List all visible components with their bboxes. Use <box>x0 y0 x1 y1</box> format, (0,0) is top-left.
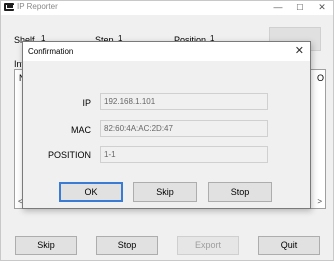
column-header-right: O <box>316 73 324 83</box>
title-bar: IP Reporter — ☐ ✕ <box>1 1 333 15</box>
dialog-close-button[interactable]: ✕ <box>295 44 304 57</box>
export-button[interactable]: Export <box>177 236 239 255</box>
dialog-title: Confirmation <box>28 47 74 56</box>
dialog-stop-button[interactable]: Stop <box>208 182 272 202</box>
dialog-skip-button[interactable]: Skip <box>133 182 197 202</box>
minimize-button[interactable]: — <box>267 1 289 15</box>
window-title: IP Reporter <box>17 2 58 11</box>
stop-button[interactable]: Stop <box>96 236 158 255</box>
quit-button[interactable]: Quit <box>258 236 320 255</box>
close-button[interactable]: ✕ <box>311 1 333 15</box>
app-icon <box>4 3 14 11</box>
ip-field[interactable]: 192.168.1.101 <box>100 93 268 110</box>
dialog-title-bar: Confirmation ✕ <box>23 42 310 61</box>
scroll-right-arrow[interactable]: > <box>317 197 322 206</box>
mac-field[interactable]: 82:60:4A:AC:2D:47 <box>100 120 268 137</box>
ip-label: IP <box>82 98 91 108</box>
ok-button[interactable]: OK <box>59 182 123 202</box>
mac-label: MAC <box>71 125 91 135</box>
position-field[interactable]: 1-1 <box>100 146 268 163</box>
skip-button[interactable]: Skip <box>15 236 77 255</box>
position-label-dialog: POSITION <box>47 150 91 160</box>
maximize-button[interactable]: ☐ <box>289 1 311 15</box>
confirmation-dialog: Confirmation ✕ IP 192.168.1.101 MAC 82:6… <box>22 41 311 209</box>
